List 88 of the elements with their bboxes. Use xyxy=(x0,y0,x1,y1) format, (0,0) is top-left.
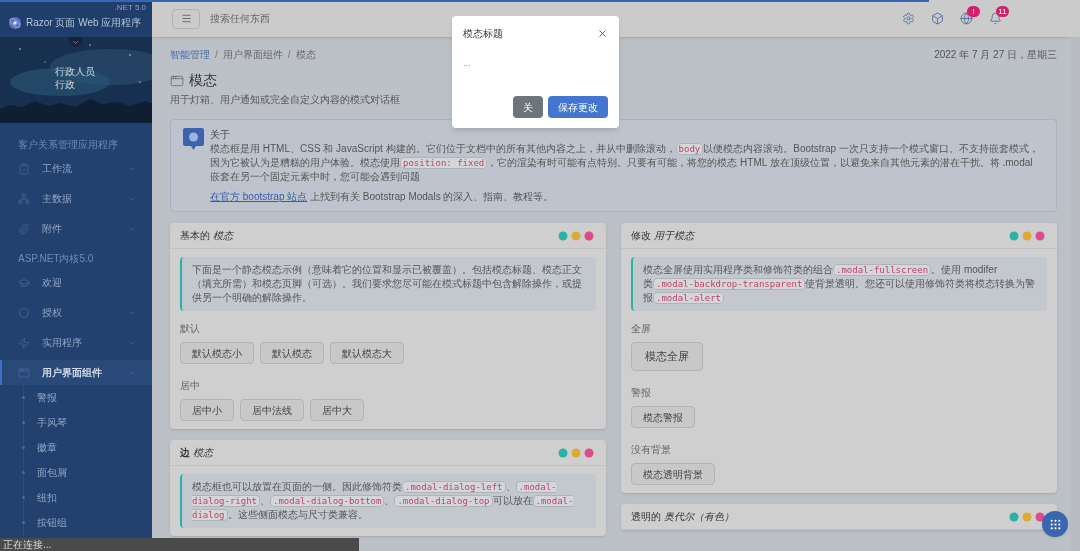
modal-button[interactable]: 模态透明背景 xyxy=(631,463,715,485)
bullet-icon xyxy=(22,496,25,499)
notification-badge: 11 xyxy=(996,6,1009,17)
group-label: 全屏 xyxy=(631,322,652,336)
bell-icon[interactable] xyxy=(989,12,1002,25)
globe-icon[interactable] xyxy=(960,12,973,25)
modal-button[interactable]: 默认模态 xyxy=(260,342,324,364)
nav-subitem[interactable]: 面包屑 xyxy=(37,465,67,480)
nav-item[interactable]: 用户界面组件 xyxy=(0,360,152,385)
window-dots-icon xyxy=(1009,230,1047,241)
bullet-icon xyxy=(22,421,25,424)
nav-item[interactable]: 附件 xyxy=(0,216,152,241)
card-title: 修改 用于模态 xyxy=(631,229,694,243)
network-icon xyxy=(18,192,30,205)
lightning-icon xyxy=(18,336,30,349)
status-bar: 正在连接... xyxy=(0,538,359,551)
nav-subitem[interactable]: 手风琴 xyxy=(37,415,67,430)
bootstrap-link[interactable]: 在官方 bootstrap 站点 xyxy=(210,191,308,202)
notification-badge: ! xyxy=(967,6,980,17)
breadcrumb-item[interactable]: 智能管理 xyxy=(170,47,210,62)
apps-grid-button[interactable] xyxy=(1042,511,1068,537)
card-title: 基本的 模态 xyxy=(180,229,233,243)
window-icon xyxy=(170,73,184,88)
note-text: 模态全屏使用实用程序类和修饰符类的组合 .modal-fullscreen 。使用 modifer 类 .modal-backdrop-transparent 使背景透明。您还可以使用修饰符类将模态转换为警报 .modal-alert xyxy=(643,263,1037,305)
section-header: ASP.NET内核5.0 xyxy=(17,252,95,265)
breadcrumb-item: 用户界面组件 xyxy=(222,48,283,62)
collapse-button[interactable] xyxy=(68,37,83,47)
modal-button[interactable]: 居中大 xyxy=(310,399,364,421)
note-text: 模态框也可以放置在页面的一侧。因此修饰符类 .modal-dialog-left 、 .modal-dialog-right 、 .modal-dialog-bottom 、 .modal-dialog-top 可以放在 .modal-dialog 。这些侧面模态与尺寸类兼容。 xyxy=(192,480,575,522)
nav-subitem[interactable]: 按钮组 xyxy=(37,515,67,530)
window-dots-icon xyxy=(558,230,596,241)
about-text: 模态框是用 HTML、CSS 和 JavaScript 构建的。它们位于文档中的所有其他内容之上，并从中删除滚动， body 以便模态内容滚动。Bootstrap 一次只支持一个模式窗口。不支持嵌套模式，因为它被认为是糟糕的用户体验。模态使用 position: fixed ，它的渲染有时可能有点特别。只要有可能，将您的模态 HTML 放在顶级位置，以避免来自其他元素的潜在干扰。将 .modal 嵌套在另一个固定元素中时，您可能会遇到问题 xyxy=(210,142,1040,184)
modal-button[interactable]: 居中小 xyxy=(180,399,234,421)
modal-title: 模态标题 xyxy=(463,27,503,41)
nav-item[interactable]: 主数据 xyxy=(0,186,152,211)
breadcrumb-separator: / xyxy=(287,48,291,62)
close-modal-button[interactable]: 关 xyxy=(513,96,543,118)
bullet-icon xyxy=(22,396,25,399)
brand-name: Razor 页面 Web 应用程序 xyxy=(26,16,142,30)
nav-item[interactable]: 实用程序 xyxy=(0,330,152,355)
card-title: 透明的 奥代尔（有色） xyxy=(631,510,734,524)
bullet-icon xyxy=(22,521,25,524)
paperclip-icon xyxy=(18,222,30,235)
nav-item[interactable]: 工作流 xyxy=(0,156,152,181)
modal-button[interactable]: 默认模态小 xyxy=(180,342,254,364)
nav-item[interactable]: 欢迎 xyxy=(0,270,152,295)
clipboard-icon xyxy=(18,162,30,175)
nav-item[interactable]: 授权 xyxy=(0,300,152,325)
group-label: 居中 xyxy=(180,379,201,393)
modal-button[interactable]: 模态警报 xyxy=(631,406,695,428)
window-dots-icon xyxy=(1009,511,1047,522)
modal-button[interactable]: 模态全屏 xyxy=(631,342,703,371)
group-label: 默认 xyxy=(180,322,201,336)
speech-bubble-icon xyxy=(183,128,204,150)
about-title: 关于 xyxy=(210,128,231,142)
card-title: 边 模态 xyxy=(180,446,213,460)
section-header: 客户关系管理应用程序 xyxy=(17,138,119,151)
bullet-icon xyxy=(22,471,25,474)
user-role: 行政 xyxy=(55,78,76,91)
settings-icon[interactable] xyxy=(902,12,915,25)
bullet-icon xyxy=(22,446,25,449)
modal-body: ... xyxy=(463,57,472,70)
grid-icon xyxy=(1048,517,1062,531)
modal-button[interactable]: 默认模态大 xyxy=(330,342,404,364)
user-name: 行政人员 xyxy=(55,65,95,78)
breadcrumb-separator: / xyxy=(215,48,218,62)
note-text: 下面是一个静态模态示例（意味着它的位置和显示已被覆盖）。包括模态标题、模态正文（填充所需）和模态页脚（可选）。我们要求您尽可能在模式标题中包含解除操作，或提供另一个明确的解除操作。 xyxy=(192,263,583,305)
page-title: 模态 xyxy=(189,71,217,90)
menu-button[interactable] xyxy=(172,8,200,29)
brand-version: .NET 5.0 xyxy=(114,2,146,14)
cube-icon[interactable] xyxy=(931,12,944,25)
breadcrumb-item: 模态 xyxy=(295,48,316,62)
save-button[interactable]: 保存更改 xyxy=(548,96,608,118)
about-link-text: 在官方 bootstrap 站点 上找到有关 Bootstrap Modals 的深入、指南、教程等。 xyxy=(210,190,555,204)
logo-icon xyxy=(8,16,22,30)
group-label: 没有背景 xyxy=(631,443,672,457)
date-text: 2022 年 7 月 27 日，星期三 xyxy=(934,48,1057,62)
menu-icon xyxy=(180,13,192,24)
nav-subitem[interactable]: 纽扣 xyxy=(37,490,57,505)
search-field[interactable]: 搜索任何东西 xyxy=(210,11,410,26)
shield-icon xyxy=(18,306,30,319)
modal-button[interactable]: 居中法线 xyxy=(240,399,304,421)
window-dots-icon xyxy=(558,447,596,458)
nav-subitem[interactable]: 警报 xyxy=(37,390,57,405)
graduation-cap-icon xyxy=(18,276,30,289)
close-button[interactable] xyxy=(597,28,608,39)
nav-subitem[interactable]: 徽章 xyxy=(37,440,57,455)
group-label: 警报 xyxy=(631,386,652,400)
